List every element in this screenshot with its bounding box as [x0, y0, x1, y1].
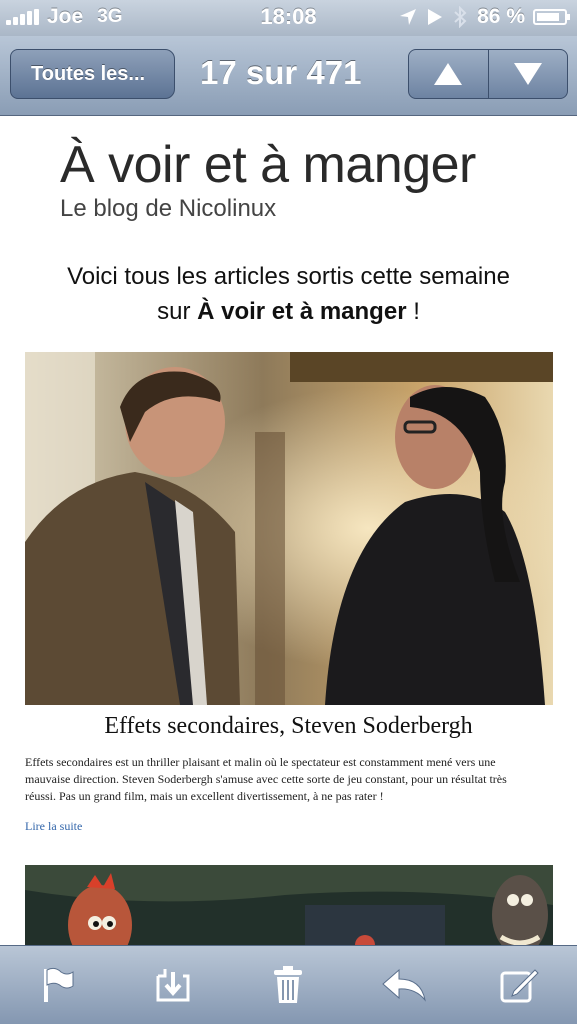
previous-message-button[interactable] [409, 50, 489, 98]
mail-toolbar [0, 945, 577, 1024]
up-arrow-icon [434, 63, 463, 85]
compose-button[interactable] [489, 955, 549, 1015]
intro-blog-name: À voir et à manger [197, 298, 407, 325]
status-right: 86 % [399, 5, 570, 29]
trash-icon [274, 966, 303, 1003]
article-photo[interactable] [25, 352, 553, 705]
intro-suffix: ! [413, 298, 420, 325]
message-position: 17 sur 471 [200, 54, 362, 91]
battery-fill [537, 13, 559, 21]
compose-icon [500, 969, 539, 1003]
reply-button[interactable] [374, 955, 434, 1015]
play-icon [428, 9, 443, 25]
nav-bar: Toutes les... 17 sur 471 [0, 36, 577, 116]
back-button[interactable]: Toutes les... [10, 49, 175, 99]
trash-button[interactable] [258, 955, 318, 1015]
intro-text: Voici tous les articles sortis cette sem… [0, 259, 577, 329]
animated-film-still-image [25, 865, 553, 945]
blog-subtitle: Le blog de Nicolinux [60, 195, 277, 222]
reply-icon [382, 968, 426, 1002]
status-bar: Joe 3G 18:08 86 % [0, 0, 577, 36]
bluetooth-icon [454, 6, 467, 28]
movie-still-image [25, 352, 553, 705]
battery-percent: 86 % [477, 5, 525, 28]
move-to-folder-icon [156, 969, 190, 1002]
article-title: Effets secondaires, Steven Soderbergh [104, 713, 473, 739]
email-body[interactable]: À voir et à manger Le blog de Nicolinux … [0, 117, 577, 945]
location-arrow-icon [400, 9, 417, 25]
flag-button[interactable] [28, 955, 88, 1015]
blog-title: À voir et à manger [60, 136, 476, 194]
read-more-link[interactable]: Lire la suite [25, 819, 82, 834]
next-message-button[interactable] [489, 50, 568, 98]
article-excerpt: Effets secondaires est un thriller plais… [25, 755, 507, 803]
move-button[interactable] [143, 955, 203, 1015]
intro-line-1: Voici tous les articles sortis cette sem… [67, 263, 510, 290]
flag-icon [43, 967, 74, 1002]
article-photo-2[interactable] [25, 865, 553, 945]
intro-prefix: sur [157, 298, 191, 325]
down-arrow-icon [513, 63, 542, 85]
battery-icon [533, 9, 570, 25]
message-nav-segmented-control [408, 49, 568, 99]
